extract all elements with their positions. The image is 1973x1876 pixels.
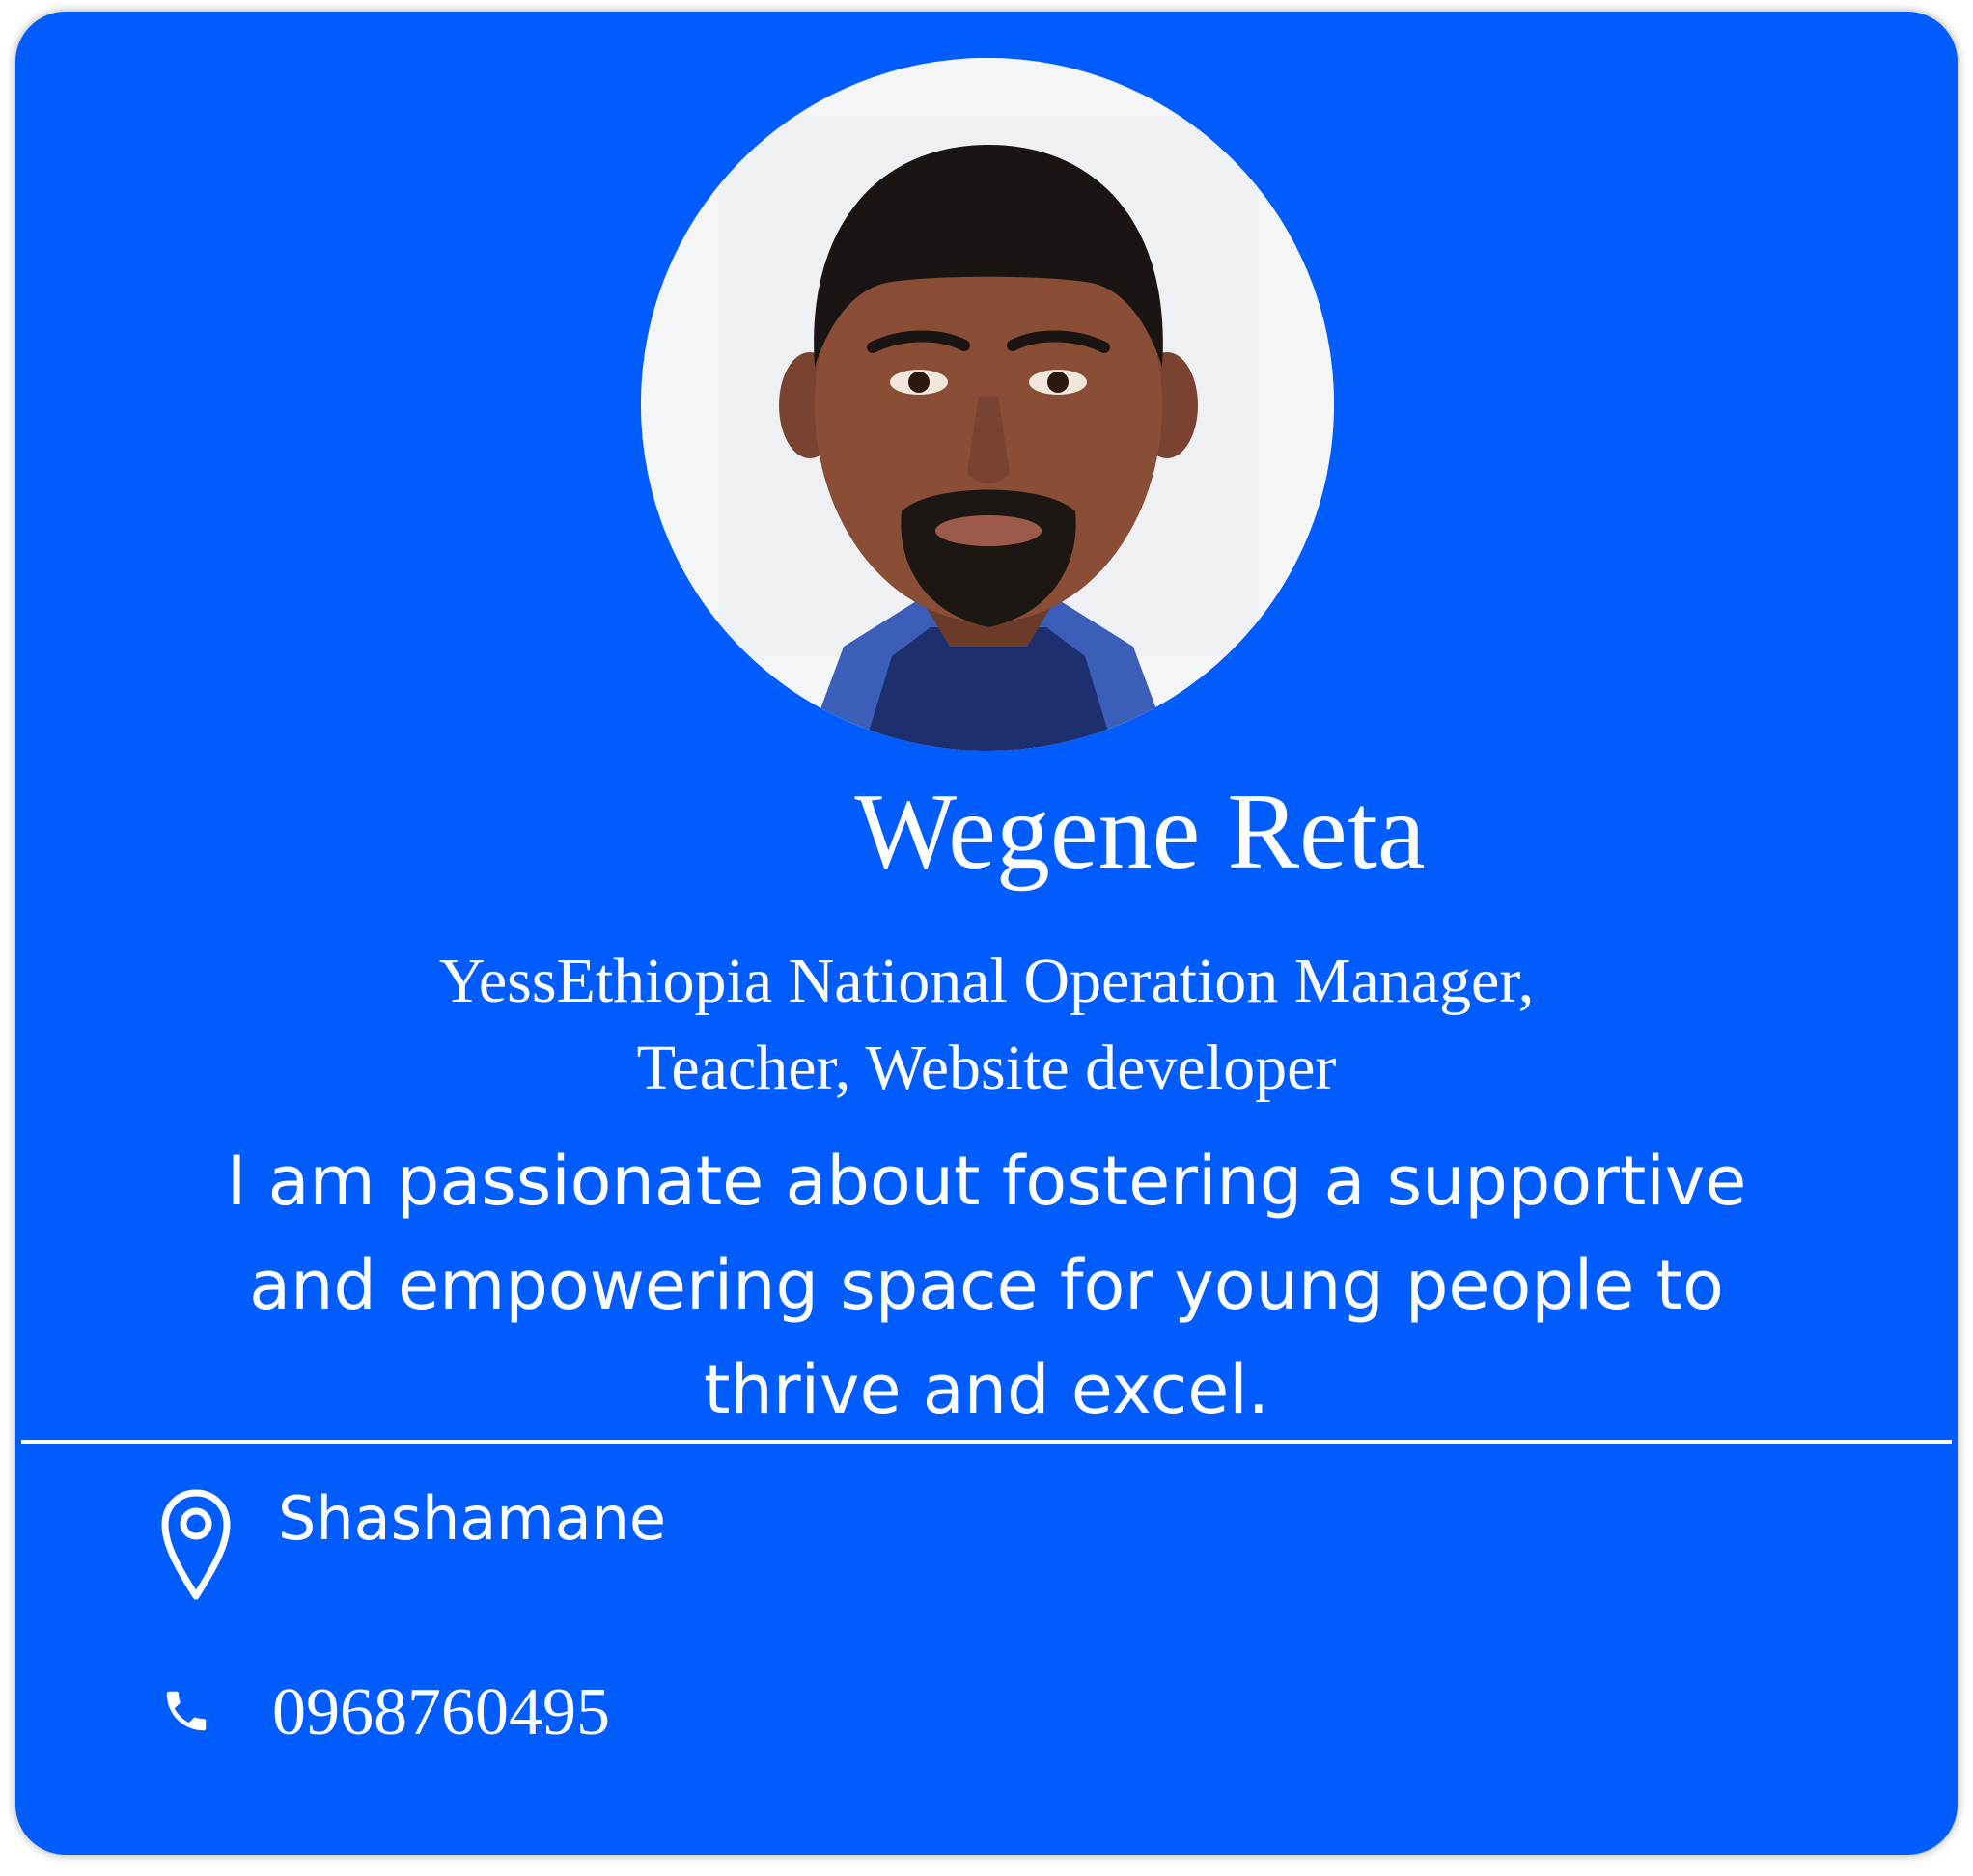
bio-line: thrive and excel. xyxy=(703,1350,1269,1429)
phone-number[interactable]: 0968760495 xyxy=(272,1669,610,1756)
phone-row: 0968760495 xyxy=(160,1669,610,1756)
location-text: Shashamane xyxy=(278,1482,667,1554)
location-row: Shashamane xyxy=(160,1483,666,1607)
profile-name: Wegene Reta xyxy=(854,772,1426,892)
role-line: YessEthiopia National Operation Manager, xyxy=(438,946,1535,1016)
profile-bio: I am passionate about fostering a suppor… xyxy=(131,1129,1842,1442)
map-pin-icon xyxy=(160,1488,232,1607)
profile-card: Wegene Reta YessEthiopia National Operat… xyxy=(15,12,1958,1855)
divider xyxy=(21,1440,1952,1444)
role-line: Teacher, Website developer xyxy=(636,1033,1337,1103)
phone-icon xyxy=(160,1685,212,1742)
bio-line: and empowering space for young people to xyxy=(249,1246,1724,1325)
bio-line: I am passionate about fostering a suppor… xyxy=(226,1142,1747,1221)
profile-photo xyxy=(641,58,1334,751)
profile-role: YessEthiopia National Operation Manager,… xyxy=(15,938,1958,1112)
